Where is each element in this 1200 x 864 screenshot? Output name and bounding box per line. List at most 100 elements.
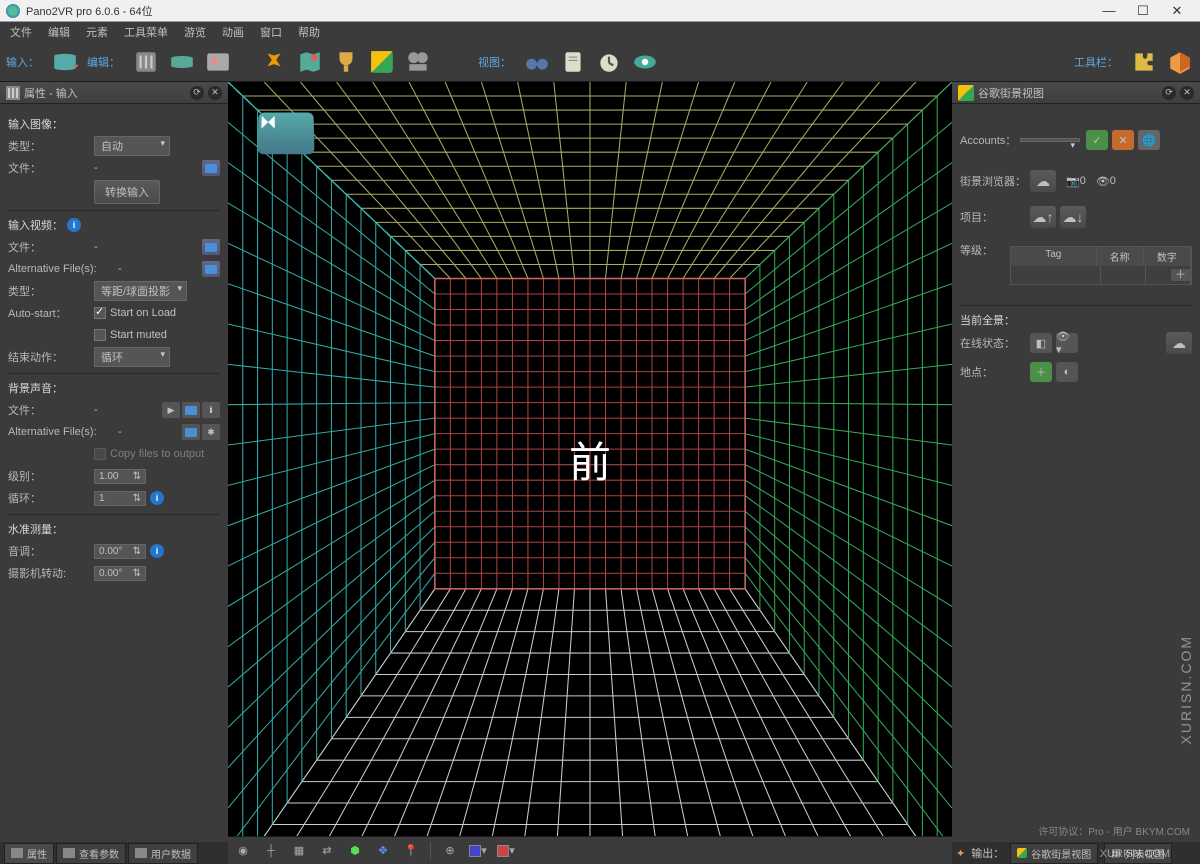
menu-file[interactable]: 文件 [4, 22, 38, 42]
view-label: 视图： [478, 54, 511, 70]
watermark-bottom: XURISN.COM [1100, 848, 1170, 860]
end-action-dropdown[interactable]: 循环 [94, 347, 170, 367]
location-swap-button[interactable]: ◐ [1056, 362, 1078, 382]
account-ok-button[interactable]: ✓ [1086, 130, 1108, 150]
loop-spinner[interactable]: 1⇅ [94, 491, 146, 506]
link-icon[interactable]: ⇄ [318, 842, 336, 860]
type-label: 类型： [8, 138, 94, 154]
tab-streetview-output[interactable]: 谷歌街景视图 [1010, 843, 1098, 864]
user-card-icon[interactable] [204, 48, 232, 76]
film-icon[interactable] [404, 48, 432, 76]
accounts-dropdown[interactable] [1020, 138, 1080, 142]
upload-button[interactable]: ☁↑ [1030, 206, 1056, 228]
tab-user-data[interactable]: 用户数据 [128, 843, 198, 864]
color1-icon[interactable]: ▾ [469, 842, 487, 860]
trophy-icon[interactable] [332, 48, 360, 76]
sv-close-button[interactable]: ✕ [1180, 86, 1194, 100]
browse-video-button[interactable] [202, 239, 220, 255]
sync-button[interactable]: ☁ [1166, 332, 1192, 354]
copy-files-checkbox[interactable] [94, 448, 106, 460]
marker-icon[interactable]: 📍 [402, 842, 420, 860]
toggle-button[interactable]: ◧ [1030, 333, 1052, 353]
tone-info-icon[interactable]: i [150, 544, 164, 558]
loop-info-icon[interactable]: i [150, 491, 164, 505]
main-toolbar: 输入： 编辑： 视图： 工具栏： [0, 42, 1200, 82]
tools-label: 工具栏： [1074, 54, 1118, 70]
menu-edit[interactable]: 编辑 [42, 22, 76, 42]
detach-button[interactable]: ⟳ [190, 86, 204, 100]
menu-help[interactable]: 帮助 [292, 22, 326, 42]
watermark: XURISN.COM [1178, 635, 1194, 744]
pin-icon[interactable]: ⬢ [346, 842, 364, 860]
crosshair-icon[interactable]: ┼ [262, 842, 280, 860]
app-title: Pano2VR pro 6.0.6 - 64位 [26, 3, 153, 19]
menu-tour[interactable]: 游览 [178, 22, 212, 42]
play-button[interactable]: ▶ [162, 402, 180, 418]
add-row-button[interactable]: ＋ [1171, 269, 1190, 281]
panorama-edit-icon[interactable] [168, 48, 196, 76]
account-remove-button[interactable]: ✕ [1112, 130, 1134, 150]
projection-dropdown[interactable]: 等距/球面投影 [94, 281, 187, 301]
browse-alt-button[interactable] [202, 261, 220, 277]
browse-file-button[interactable] [202, 160, 220, 176]
camrot-spinner[interactable]: 0.00°⇅ [94, 566, 146, 581]
info-icon[interactable]: i [67, 218, 81, 232]
eye-icon[interactable] [631, 48, 659, 76]
visibility-button[interactable]: 👁 ▾ [1056, 333, 1078, 353]
start-muted-checkbox[interactable] [94, 329, 106, 341]
3d-view[interactable]: 前 [228, 82, 952, 836]
menu-window[interactable]: 窗口 [254, 22, 288, 42]
bg-sound-section: 背景声音： [8, 380, 220, 396]
account-globe-button[interactable]: 🌐 [1138, 130, 1160, 150]
timer-icon[interactable] [595, 48, 623, 76]
convert-button[interactable]: 转换输入 [94, 180, 160, 204]
menu-tools[interactable]: 工具菜单 [118, 22, 174, 42]
alt-browse-button[interactable] [182, 424, 200, 440]
grid-icon[interactable]: ▦ [290, 842, 308, 860]
box-icon[interactable] [1166, 48, 1194, 76]
app-icon [6, 4, 20, 18]
maximize-button[interactable]: ☐ [1126, 3, 1160, 19]
streetview-panel: 谷歌街景视图 ⟳ ✕ Accounts： ✓ ✕ 🌐 街景浏览器： ☁ 📷0 👁… [952, 82, 1200, 864]
tab-view-params[interactable]: 查看参数 [56, 843, 126, 864]
input-label: 输入： [6, 54, 39, 70]
edit-label: 编辑： [87, 54, 120, 70]
close-panel-button[interactable]: ✕ [208, 86, 222, 100]
clipboard-icon[interactable] [559, 48, 587, 76]
start-on-load-checkbox[interactable] [94, 307, 106, 319]
type-dropdown[interactable]: 自动 [94, 136, 170, 156]
puzzle-icon[interactable] [1130, 48, 1158, 76]
hotspot-icon[interactable] [260, 48, 288, 76]
input-panorama-icon[interactable] [51, 48, 79, 76]
tab-properties[interactable]: 属性 [4, 843, 54, 864]
target-icon[interactable]: ⊕ [441, 842, 459, 860]
minimize-button[interactable]: — [1092, 3, 1126, 18]
properties-header: 属性 - 输入 ⟳ ✕ [0, 82, 228, 104]
add-location-button[interactable]: ＋ [1030, 362, 1052, 382]
streetview-icon[interactable] [368, 48, 396, 76]
sound-browse-button[interactable] [182, 402, 200, 418]
sv-detach-button[interactable]: ⟳ [1162, 86, 1176, 100]
input-video-section: 输入视频：i [8, 217, 220, 233]
alt-settings-button[interactable]: ✱ [202, 424, 220, 440]
leveling-section: 水准测量： [8, 521, 220, 537]
camera-icon: 📷 [1066, 175, 1080, 188]
tone-spinner[interactable]: 0.00°⇅ [94, 544, 146, 559]
cloud-button[interactable]: ☁ [1030, 170, 1056, 192]
color2-icon[interactable]: ▾ [497, 842, 515, 860]
panel-icon [6, 86, 20, 100]
menubar: 文件 编辑 元素 工具菜单 游览 动画 窗口 帮助 [0, 22, 1200, 42]
current-panorama-section: 当前全景： [960, 312, 1192, 328]
level-spinner[interactable]: 1.00⇅ [94, 469, 146, 484]
binoculars-icon[interactable] [523, 48, 551, 76]
face-label: 前 [569, 429, 611, 490]
move-icon[interactable]: ✥ [374, 842, 392, 860]
menu-element[interactable]: 元素 [80, 22, 114, 42]
menu-animation[interactable]: 动画 [216, 22, 250, 42]
map-icon[interactable] [296, 48, 324, 76]
download-button[interactable]: ☁↓ [1060, 206, 1086, 228]
sound-info-icon[interactable]: i [202, 402, 220, 418]
sliders-icon[interactable] [132, 48, 160, 76]
compass-icon[interactable]: ◉ [234, 842, 252, 860]
close-button[interactable]: ✕ [1160, 3, 1194, 19]
